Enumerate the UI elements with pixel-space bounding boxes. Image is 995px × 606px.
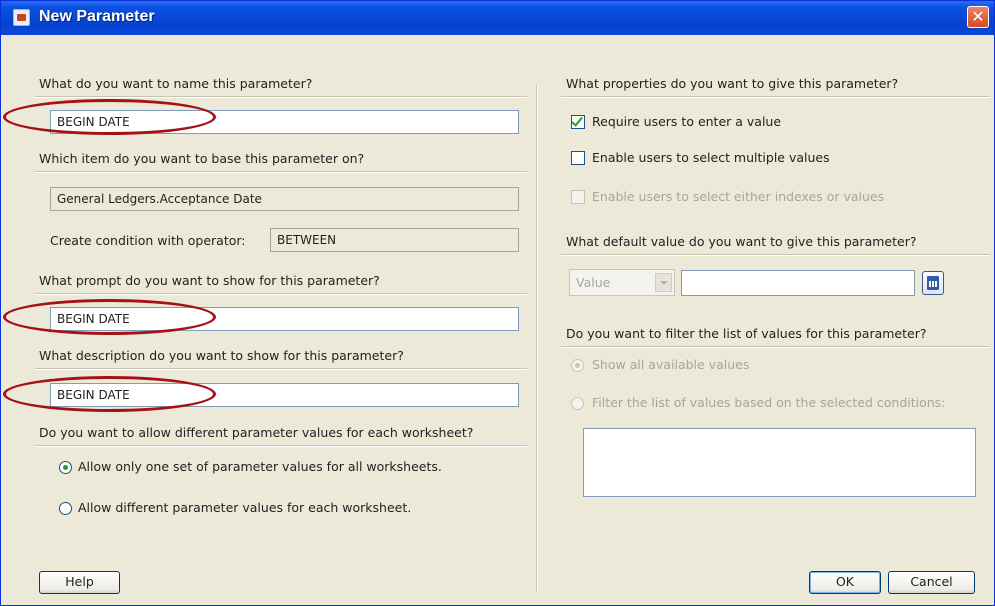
properties-question-label: What properties do you want to give this… bbox=[566, 76, 899, 91]
default-question-label: What default value do you want to give t… bbox=[566, 234, 917, 249]
checkmark-icon bbox=[571, 114, 583, 127]
filter-conditions-list[interactable] bbox=[583, 428, 976, 497]
divider-line bbox=[35, 445, 527, 447]
multiple-values-label[interactable]: Enable users to select multiple values bbox=[592, 150, 830, 165]
help-button[interactable]: Help bbox=[39, 571, 120, 594]
require-value-label[interactable]: Require users to enter a value bbox=[592, 114, 781, 129]
divider-line bbox=[561, 254, 990, 256]
divider-line bbox=[35, 96, 527, 98]
divider-line bbox=[561, 96, 990, 98]
window-title: New Parameter bbox=[39, 8, 155, 25]
parameter-name-input[interactable]: BEGIN DATE bbox=[50, 110, 519, 134]
calendar-icon bbox=[927, 276, 939, 290]
divider-line bbox=[35, 171, 527, 173]
description-input[interactable]: BEGIN DATE bbox=[50, 383, 519, 407]
ok-button[interactable]: OK bbox=[809, 571, 881, 594]
java-app-icon bbox=[13, 9, 30, 26]
divider-line bbox=[561, 346, 990, 348]
indexes-or-values-checkbox bbox=[571, 190, 585, 204]
chevron-down-icon bbox=[655, 273, 672, 292]
divider-line bbox=[35, 368, 527, 370]
dialog-content: What do you want to name this parameter?… bbox=[5, 35, 990, 601]
require-value-checkbox[interactable] bbox=[571, 114, 585, 129]
title-bar[interactable]: New Parameter ✕ bbox=[1, 1, 994, 35]
radio-show-all-values-label: Show all available values bbox=[592, 357, 750, 372]
description-question-label: What description do you want to show for… bbox=[39, 348, 404, 363]
multiple-values-checkbox[interactable] bbox=[571, 151, 585, 165]
prompt-input[interactable]: BEGIN DATE bbox=[50, 307, 519, 331]
radio-filter-values bbox=[571, 397, 584, 410]
base-question-label: Which item do you want to base this para… bbox=[39, 151, 365, 166]
filter-question-label: Do you want to filter the list of values… bbox=[566, 326, 927, 341]
prompt-question-label: What prompt do you want to show for this… bbox=[39, 273, 380, 288]
operator-field: BETWEEN bbox=[270, 228, 519, 252]
indexes-or-values-label: Enable users to select either indexes or… bbox=[592, 189, 885, 204]
radio-different-values[interactable] bbox=[59, 502, 72, 515]
radio-one-set-label[interactable]: Allow only one set of parameter values f… bbox=[78, 459, 442, 474]
divider-line bbox=[35, 293, 527, 295]
default-type-select: Value bbox=[569, 269, 675, 296]
radio-show-all-values bbox=[571, 359, 584, 372]
radio-one-set[interactable] bbox=[59, 461, 72, 474]
base-item-field: General Ledgers.Acceptance Date bbox=[50, 187, 519, 211]
radio-filter-values-label: Filter the list of values based on the s… bbox=[592, 395, 946, 410]
calendar-button[interactable] bbox=[922, 271, 944, 295]
new-parameter-dialog: New Parameter ✕ What do you want to name… bbox=[0, 0, 995, 606]
default-value-input[interactable] bbox=[681, 270, 915, 296]
cancel-button[interactable]: Cancel bbox=[888, 571, 975, 594]
close-button[interactable]: ✕ bbox=[967, 6, 989, 28]
worksheet-question-label: Do you want to allow different parameter… bbox=[39, 425, 474, 440]
radio-different-values-label[interactable]: Allow different parameter values for eac… bbox=[78, 500, 411, 515]
column-divider bbox=[536, 85, 538, 593]
operator-label: Create condition with operator: bbox=[50, 233, 246, 248]
default-type-value: Value bbox=[576, 275, 611, 290]
name-question-label: What do you want to name this parameter? bbox=[39, 76, 313, 91]
